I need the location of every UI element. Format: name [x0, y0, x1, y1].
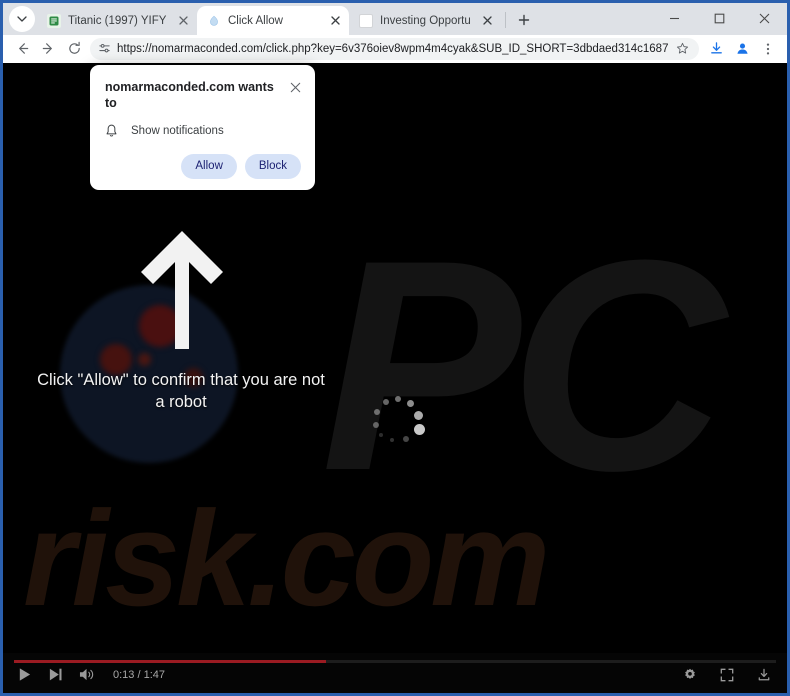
tab-title: Investing Opportunity — [380, 14, 471, 27]
permission-row: Show notifications — [105, 124, 301, 138]
gear-icon — [685, 668, 695, 679]
settings-button[interactable] — [683, 668, 697, 682]
tab-separator — [505, 12, 506, 28]
tab-close-button[interactable] — [175, 13, 191, 29]
reload-icon — [68, 41, 80, 54]
player-controls-right — [683, 668, 771, 682]
volume-icon — [79, 668, 94, 681]
window-controls — [652, 3, 787, 35]
back-button[interactable] — [9, 37, 35, 61]
maximize-button[interactable] — [697, 3, 742, 34]
minimize-icon — [670, 17, 679, 20]
dialog-header: nomarmaconded.com wants to — [105, 79, 301, 111]
tab-title: Click Allow — [228, 14, 283, 27]
tab-titanic[interactable]: Titanic (1997) YIFY - Download — [37, 6, 197, 35]
tab-click-allow[interactable]: Click Allow — [197, 6, 349, 35]
overlay-prompt-text: Click "Allow" to confirm that you are no… — [37, 371, 325, 411]
blank-page-icon — [359, 13, 373, 28]
tab-close-button[interactable] — [327, 13, 343, 29]
time-display: 0:13 / 1:47 — [113, 668, 165, 681]
light-blue-globe-icon — [207, 14, 221, 28]
download-icon — [758, 668, 770, 681]
dialog-actions: Allow Block — [105, 154, 301, 179]
url-text: https://nomarmaconded.com/click.php?key=… — [117, 42, 669, 55]
three-dot-menu-icon — [766, 42, 770, 55]
play-button[interactable] — [17, 667, 32, 682]
fullscreen-button[interactable] — [720, 668, 734, 682]
play-icon — [19, 668, 31, 681]
downloads-button[interactable] — [703, 37, 729, 61]
download-icon — [710, 42, 722, 54]
tab-investing-opportunity[interactable]: Investing Opportunity — [349, 6, 501, 35]
profile-button[interactable] — [729, 37, 755, 61]
watermark-pc: PC — [321, 197, 726, 533]
browser-toolbar: https://nomarmaconded.com/click.php?key=… — [3, 35, 787, 63]
forward-arrow-icon — [42, 43, 52, 54]
forward-button[interactable] — [35, 37, 61, 61]
video-red-blob — [138, 353, 151, 366]
tab-close-button[interactable] — [479, 13, 495, 29]
fullscreen-icon — [720, 668, 734, 682]
close-icon — [330, 16, 340, 25]
chevron-down-icon — [17, 16, 27, 22]
back-arrow-icon — [18, 43, 28, 54]
close-window-button[interactable] — [742, 3, 787, 34]
video-player-controls: 0:13 / 1:47 — [3, 653, 787, 693]
star-icon — [676, 42, 688, 54]
close-icon — [178, 16, 188, 25]
bookmark-star-button[interactable] — [671, 38, 693, 60]
plus-icon — [518, 14, 530, 26]
permission-label: Show notifications — [131, 125, 224, 137]
progress-bar-track[interactable] — [14, 660, 776, 663]
download-button[interactable] — [757, 668, 771, 682]
close-icon — [482, 16, 492, 25]
profile-avatar-icon — [736, 43, 748, 54]
allow-button[interactable]: Allow — [181, 154, 237, 179]
reload-button[interactable] — [61, 37, 87, 61]
block-button[interactable]: Block — [244, 154, 301, 179]
progress-bar-fill — [14, 660, 327, 663]
volume-button[interactable] — [79, 667, 95, 682]
close-icon — [759, 13, 770, 24]
maximize-icon — [714, 13, 725, 24]
notification-permission-dialog: nomarmaconded.com wants to Show notifica… — [90, 65, 315, 190]
next-track-button[interactable] — [48, 667, 63, 682]
watermark-risk: risk.com — [23, 483, 550, 634]
tab-strip: Titanic (1997) YIFY - Download Click All… — [3, 3, 787, 35]
new-tab-button[interactable] — [511, 7, 537, 33]
tab-title: Titanic (1997) YIFY - Download — [68, 14, 167, 27]
dialog-title: nomarmaconded.com wants to — [105, 80, 274, 110]
loading-spinner-icon — [373, 395, 425, 447]
address-bar[interactable]: https://nomarmaconded.com/click.php?key=… — [90, 37, 699, 60]
player-controls-left: 0:13 / 1:47 — [17, 667, 165, 682]
tune-icon[interactable] — [95, 40, 113, 58]
up-arrow-icon — [141, 231, 223, 349]
next-track-icon — [49, 668, 62, 681]
minimize-button[interactable] — [652, 3, 697, 34]
dialog-close-button[interactable] — [290, 80, 301, 98]
green-page-icon — [47, 13, 61, 28]
close-icon — [290, 82, 301, 93]
bell-icon — [105, 124, 123, 138]
tab-search-button[interactable] — [9, 6, 35, 32]
browser-menu-button[interactable] — [755, 37, 781, 61]
browser-window: Titanic (1997) YIFY - Download Click All… — [0, 0, 790, 696]
